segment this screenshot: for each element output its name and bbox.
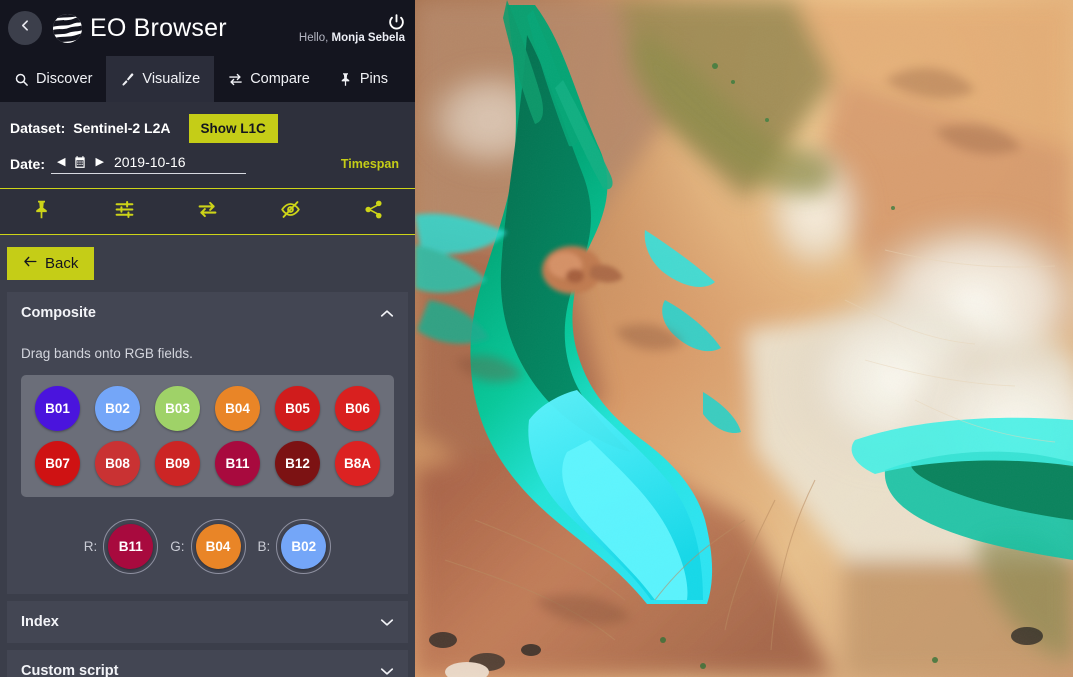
- toolbar-compare-button[interactable]: [166, 199, 249, 225]
- band-chip[interactable]: B05: [275, 386, 320, 431]
- index-panel: Index: [7, 601, 408, 643]
- eo-browser-globe-logo: [52, 13, 83, 44]
- main-tabs: Discover Visualize Compare Pins: [0, 56, 415, 102]
- sidebar: EO Browser Hello, Monja Sebela Discover: [0, 0, 415, 677]
- tab-compare[interactable]: Compare: [214, 56, 324, 102]
- index-panel-title: Index: [21, 614, 59, 630]
- date-row: Date: ◀ ▶ 2019-10-16 Timespan: [10, 147, 405, 181]
- calendar-icon[interactable]: [73, 155, 87, 169]
- rgb-label-green: G:: [170, 539, 185, 554]
- dataset-date-block: Dataset: Sentinel-2 L2A Show L1C Date: ◀: [0, 102, 415, 189]
- show-l1c-button[interactable]: Show L1C: [188, 113, 278, 143]
- rgb-field-green: G: B04: [170, 519, 246, 574]
- band-chip[interactable]: B02: [95, 386, 140, 431]
- dataset-row: Dataset: Sentinel-2 L2A Show L1C: [10, 111, 405, 145]
- user-name: Monja Sebela: [331, 31, 406, 44]
- date-value[interactable]: 2019-10-16: [114, 154, 240, 170]
- rgb-field-blue: B: B02: [258, 519, 332, 574]
- date-prev-button[interactable]: ◀: [57, 156, 65, 168]
- band-chip[interactable]: B09: [155, 441, 200, 486]
- toolbar-share-button[interactable]: [332, 199, 415, 225]
- band-chip[interactable]: B8A: [335, 441, 380, 486]
- header-user-area: Hello, Monja Sebela: [299, 0, 405, 56]
- composite-hint: Drag bands onto RGB fields.: [21, 346, 193, 361]
- chevron-down-icon[interactable]: [380, 618, 394, 627]
- band-grid: B01 B02 B03 B04 B05 B06 B07 B08 B09 B11 …: [21, 375, 394, 497]
- tab-pins-label: Pins: [359, 71, 389, 87]
- user-greeting: Hello, Monja Sebela: [299, 32, 405, 44]
- band-chip[interactable]: B06: [335, 386, 380, 431]
- chevron-left-icon: [19, 19, 32, 37]
- tab-discover-label: Discover: [36, 71, 93, 87]
- composite-panel-header[interactable]: Composite: [7, 292, 408, 334]
- map-viewport[interactable]: [415, 0, 1073, 677]
- custom-script-panel: Custom script: [7, 650, 408, 677]
- band-chip[interactable]: B04: [215, 386, 260, 431]
- rgb-band-blue[interactable]: B02: [281, 524, 327, 569]
- rgb-field-red: R: B11: [84, 519, 159, 574]
- arrow-left-icon: [23, 255, 38, 272]
- greeting-prefix: Hello,: [298, 31, 332, 44]
- sliders-icon: [114, 199, 135, 225]
- date-label: Date:: [10, 156, 46, 172]
- rgb-label-blue: B:: [257, 539, 271, 554]
- band-chip[interactable]: B12: [275, 441, 320, 486]
- composite-panel-title: Composite: [21, 305, 96, 321]
- rgb-label-red: R:: [83, 539, 98, 554]
- pin-icon: [31, 199, 52, 225]
- tab-compare-label: Compare: [250, 71, 310, 87]
- power-icon[interactable]: [388, 13, 405, 30]
- band-chip[interactable]: B08: [95, 441, 140, 486]
- band-chip[interactable]: B07: [35, 441, 80, 486]
- sidebar-body: Back Composite Drag bands onto RGB field…: [0, 235, 415, 677]
- rgb-slot-red[interactable]: B11: [103, 519, 159, 574]
- satellite-image: [415, 0, 1073, 677]
- rgb-slot-blue[interactable]: B02: [276, 519, 332, 574]
- toolbar-pin-button[interactable]: [0, 199, 83, 225]
- rgb-band-red[interactable]: B11: [108, 524, 154, 569]
- chevron-up-icon[interactable]: [380, 309, 394, 318]
- rgb-fields: R: B11 G: B04 B: B02: [21, 519, 394, 574]
- band-chip[interactable]: B03: [155, 386, 200, 431]
- eye-slash-icon: [280, 199, 301, 225]
- dataset-value: Sentinel-2 L2A: [73, 120, 171, 136]
- rgb-band-green[interactable]: B04: [195, 524, 241, 569]
- timespan-link[interactable]: Timespan: [341, 157, 399, 171]
- custom-script-panel-title: Custom script: [21, 663, 119, 677]
- eo-browser-app: EO Browser Hello, Monja Sebela Discover: [0, 0, 1073, 677]
- app-header: EO Browser Hello, Monja Sebela: [0, 0, 415, 56]
- share-icon: [363, 199, 384, 225]
- date-picker[interactable]: ◀ ▶ 2019-10-16: [51, 154, 246, 174]
- compare-arrows-icon: [197, 199, 218, 225]
- tab-visualize-label: Visualize: [142, 71, 201, 87]
- band-chip[interactable]: B01: [35, 386, 80, 431]
- back-button-label: Back: [45, 255, 79, 272]
- header-back-button[interactable]: [8, 11, 42, 45]
- composite-panel-body: Drag bands onto RGB fields. B01 B02 B03 …: [7, 334, 408, 594]
- date-next-button[interactable]: ▶: [95, 156, 103, 168]
- search-icon: [14, 72, 29, 87]
- toolbar-settings-button[interactable]: [83, 199, 166, 225]
- pin-icon: [338, 72, 353, 87]
- app-title: EO Browser: [90, 13, 227, 42]
- dataset-label: Dataset:: [10, 120, 66, 136]
- tab-pins[interactable]: Pins: [324, 56, 402, 102]
- back-button[interactable]: Back: [7, 247, 95, 280]
- rgb-slot-green[interactable]: B04: [190, 519, 246, 574]
- band-chip[interactable]: B11: [215, 441, 260, 486]
- tab-visualize[interactable]: Visualize: [106, 56, 215, 102]
- toolbar-hide-layer-button[interactable]: [249, 199, 332, 225]
- composite-panel: Composite Drag bands onto RGB fields. B0…: [7, 292, 408, 594]
- paintbrush-icon: [120, 72, 135, 87]
- custom-script-panel-header[interactable]: Custom script: [7, 650, 408, 677]
- tab-discover[interactable]: Discover: [0, 56, 106, 102]
- chevron-down-icon[interactable]: [380, 667, 394, 676]
- visualize-toolbar: [0, 189, 415, 235]
- index-panel-header[interactable]: Index: [7, 601, 408, 643]
- compare-arrows-icon: [228, 72, 243, 87]
